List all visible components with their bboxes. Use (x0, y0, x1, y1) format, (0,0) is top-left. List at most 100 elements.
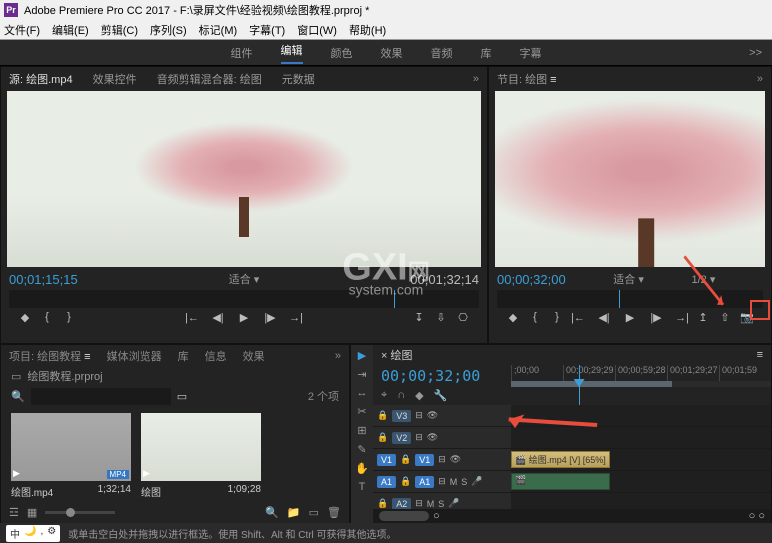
track-a2[interactable]: A2 (392, 498, 411, 510)
source-timecode[interactable]: 00;01;15;15 (9, 272, 78, 287)
export-frame-icon[interactable]: 📷 (739, 311, 755, 324)
ws-effects[interactable]: 效果 (381, 45, 403, 61)
selection-tool-icon[interactable]: ▶ (358, 349, 366, 362)
eye-icon[interactable]: 👁 (427, 432, 438, 443)
marker-add-icon[interactable]: ◆ (415, 389, 423, 402)
program-view[interactable] (495, 91, 765, 267)
source-scrubber[interactable] (9, 290, 479, 308)
tab-program[interactable]: 节目: 绘图 ≡ (497, 71, 557, 87)
goto-in-icon[interactable]: |← (570, 312, 586, 324)
lock-icon[interactable]: 🔒 (400, 476, 411, 487)
goto-in-icon[interactable]: |← (184, 312, 200, 324)
eye-icon[interactable]: 👁 (450, 454, 461, 465)
program-timecode[interactable]: 00;00;32;00 (497, 272, 566, 287)
menu-window[interactable]: 窗口(W) (297, 22, 337, 38)
tab-media-browser[interactable]: 媒体浏览器 (107, 348, 162, 364)
track-content[interactable] (511, 405, 771, 426)
track-v2[interactable]: V2 (392, 432, 411, 444)
snap-icon[interactable]: ⌖ (381, 389, 387, 402)
track-select-tool-icon[interactable]: ⇥ (357, 368, 366, 381)
track-v3[interactable]: V3 (392, 410, 411, 422)
lock-icon[interactable]: 🔒 (377, 410, 388, 421)
mute-icon[interactable]: M (450, 477, 458, 487)
marker-icon[interactable]: ◆ (505, 311, 521, 324)
razor-tool-icon[interactable]: ✂ (357, 405, 366, 418)
tab-audio-mixer[interactable]: 音频剪辑混合器: 绘图 (157, 71, 262, 87)
track-v1[interactable]: V1 (415, 454, 434, 466)
track-content[interactable]: 🎬 (511, 471, 771, 492)
eye-icon[interactable]: 👁 (427, 410, 438, 421)
menu-sequence[interactable]: 序列(S) (150, 22, 187, 38)
ws-editing[interactable]: 编辑 (281, 42, 303, 64)
trash-icon[interactable]: 🗑 (327, 506, 341, 519)
ime-icon[interactable]: 中 (10, 526, 20, 541)
tab-metadata[interactable]: 元数据 (282, 71, 315, 87)
panel-more-icon[interactable]: » (335, 350, 341, 362)
lock-icon[interactable]: 🔒 (377, 432, 388, 443)
pen-tool-icon[interactable]: ✎ (357, 443, 366, 456)
track-target-v1[interactable]: V1 (377, 454, 396, 466)
audio-clip[interactable]: 🎬 (511, 473, 610, 490)
ripple-tool-icon[interactable]: ↔ (357, 387, 368, 399)
track-target-a1[interactable]: A1 (377, 476, 396, 488)
source-view[interactable] (7, 91, 481, 267)
ws-audio[interactable]: 音频 (431, 45, 453, 61)
menu-clip[interactable]: 剪辑(C) (101, 22, 138, 38)
slip-tool-icon[interactable]: ⊞ (357, 424, 366, 437)
icon-view-icon[interactable]: ▦ (27, 506, 37, 519)
panel-menu-icon[interactable]: » (473, 73, 479, 85)
mic-icon[interactable]: 🎤 (471, 476, 482, 487)
step-fwd-icon[interactable]: |▶ (648, 311, 664, 324)
program-resolution[interactable]: 1/2 ▾ (691, 273, 715, 286)
new-item-icon[interactable]: ▭ (309, 506, 319, 519)
play-icon[interactable]: ▶ (236, 311, 252, 324)
timeline-zoom-scroll[interactable]: ○○ ○ (373, 509, 771, 523)
thumb-size-slider[interactable] (45, 511, 115, 514)
menu-file[interactable]: 文件(F) (4, 22, 40, 38)
extract-icon[interactable]: ⇧ (717, 311, 733, 324)
mic-icon[interactable]: 🎤 (448, 498, 459, 509)
lift-icon[interactable]: ↥ (695, 311, 711, 324)
program-zoom[interactable]: 适合 ▾ (613, 271, 644, 287)
mute-icon[interactable]: M (427, 499, 435, 509)
ws-more[interactable]: >> (749, 47, 762, 59)
goto-out-icon[interactable]: →| (288, 312, 304, 324)
tab-effect-controls[interactable]: 效果控件 (93, 71, 137, 87)
linked-sel-icon[interactable]: ∩ (397, 389, 405, 402)
ws-assembly[interactable]: 组件 (231, 45, 253, 61)
search-input[interactable] (31, 388, 171, 405)
project-item[interactable]: ▶ 绘图1;09;28 (141, 413, 261, 499)
play-icon[interactable]: ▶ (622, 311, 638, 324)
export-frame-icon[interactable]: ⎔ (455, 311, 471, 324)
menu-help[interactable]: 帮助(H) (349, 22, 386, 38)
tab-project[interactable]: 项目: 绘图教程 ≡ (9, 348, 91, 364)
mark-out-icon[interactable]: } (61, 311, 77, 324)
panel-menu-icon[interactable]: » (757, 73, 763, 85)
tab-libraries[interactable]: 库 (178, 348, 189, 364)
lock-icon[interactable]: 🔒 (400, 454, 411, 465)
ws-captions[interactable]: 字幕 (520, 45, 542, 61)
ws-library[interactable]: 库 (481, 45, 492, 61)
track-content[interactable]: 🎬 绘图.mp4 [V] [65%] (511, 449, 771, 470)
type-tool-icon[interactable]: T (359, 481, 366, 493)
moon-icon[interactable]: 🌙 (24, 526, 36, 541)
video-clip[interactable]: 🎬 绘图.mp4 [V] [65%] (511, 451, 610, 468)
time-ruler[interactable]: ;00;0000;00;29;2900;00;59;2800;01;29;270… (511, 365, 771, 381)
track-content[interactable] (511, 427, 771, 448)
settings-icon[interactable]: 🔧 (434, 389, 448, 402)
track-a1[interactable]: A1 (415, 476, 434, 488)
menu-marker[interactable]: 标记(M) (199, 22, 238, 38)
source-zoom[interactable]: 适合 ▾ (229, 271, 260, 287)
goto-out-icon[interactable]: →| (674, 312, 690, 324)
mark-out-icon[interactable]: } (549, 311, 565, 324)
marker-icon[interactable]: ◆ (17, 311, 33, 324)
program-scrubber[interactable] (497, 290, 763, 308)
project-item[interactable]: ▶MP4 绘图.mp41;32;14 (11, 413, 131, 499)
new-bin-icon[interactable]: 📁 (287, 506, 301, 519)
step-back-icon[interactable]: ◀| (596, 311, 612, 324)
filter-icon[interactable]: ▭ (177, 390, 187, 403)
sequence-tab[interactable]: × 绘图 (381, 347, 412, 363)
tab-effects-lower[interactable]: 效果 (243, 348, 265, 364)
search-icon[interactable]: 🔍 (11, 390, 25, 403)
hand-tool-icon[interactable]: ✋ (355, 462, 369, 475)
